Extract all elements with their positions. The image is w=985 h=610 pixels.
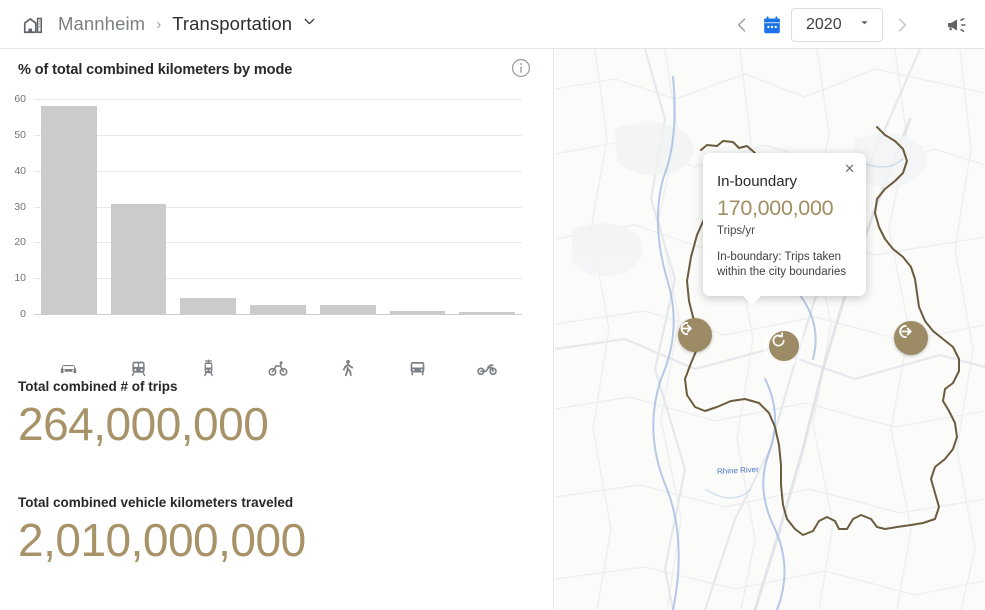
chevron-down-icon	[857, 15, 872, 35]
tram-icon[interactable]	[195, 357, 221, 379]
city-map[interactable]: Rhine River ✕ In-boundary 170,000,000 Tr…	[555, 49, 985, 610]
arrow-out-of-circle-icon	[899, 324, 912, 339]
city-buildings-icon	[22, 13, 44, 35]
chart-bar[interactable]	[250, 304, 306, 314]
popup-description: In-boundary: Trips taken within the city…	[717, 251, 847, 279]
bicycle-icon[interactable]	[265, 357, 291, 379]
chart-gridline	[34, 170, 522, 172]
stat-value: 264,000,000	[18, 398, 269, 450]
megaphone-icon[interactable]	[945, 13, 969, 37]
year-selector[interactable]: 2020	[791, 7, 883, 42]
chart-gridline	[34, 278, 522, 280]
breadcrumb-city[interactable]: Mannheim	[58, 13, 145, 35]
chart-bar[interactable]	[459, 312, 516, 314]
app-header: Mannheim › Transportation 2020	[0, 0, 985, 49]
chart-bar[interactable]	[110, 204, 167, 314]
y-axis-tick-label: 20	[14, 236, 26, 249]
chart-gridline	[34, 99, 522, 100]
chevron-down-icon[interactable]	[301, 13, 318, 35]
close-icon[interactable]: ✕	[841, 159, 858, 178]
chart-bar[interactable]	[319, 304, 376, 314]
chart-gridline	[34, 134, 522, 136]
mode-share-bar-chart: 0 10 20 30 40 50 60	[0, 91, 554, 377]
chart-gridline	[34, 206, 522, 208]
chart-category-icons	[34, 353, 522, 379]
info-icon[interactable]	[510, 57, 532, 79]
year-value: 2020	[806, 15, 842, 33]
bus-icon[interactable]	[404, 357, 430, 379]
circular-arrow-icon	[772, 332, 785, 347]
pedestrian-icon[interactable]	[335, 357, 361, 379]
y-axis-tick-label: 50	[14, 128, 26, 141]
stat-label: Total combined vehicle kilometers travel…	[18, 495, 294, 510]
car-icon[interactable]	[56, 357, 82, 379]
stat-total-vkt: Total combined vehicle kilometers travel…	[18, 495, 306, 564]
metrics-panel: % of total combined kilometers by mode 0…	[0, 49, 554, 610]
breadcrumb-section[interactable]: Transportation	[172, 13, 292, 35]
map-marker-in-boundary[interactable]	[769, 331, 799, 361]
chart-plot-area: 0 10 20 30 40 50 60	[14, 93, 522, 320]
map-marker-inbound[interactable]	[678, 318, 712, 352]
popup-title: In-boundary	[717, 173, 798, 190]
chart-bar[interactable]	[40, 106, 97, 314]
stat-total-trips: Total combined # of trips 264,000,000	[18, 379, 269, 450]
arrow-into-circle-icon	[680, 321, 692, 336]
train-icon[interactable]	[126, 357, 152, 379]
next-year-button[interactable]	[887, 10, 917, 40]
breadcrumb: Mannheim › Transportation	[0, 13, 318, 35]
y-axis-tick-label: 30	[14, 200, 26, 213]
calendar-icon[interactable]	[761, 14, 783, 36]
map-marker-outbound[interactable]	[894, 321, 928, 355]
y-axis-tick-label: 0	[20, 308, 26, 320]
stat-label: Total combined # of trips	[18, 379, 178, 394]
previous-year-button[interactable]	[727, 10, 757, 40]
header-controls: 2020	[727, 0, 969, 49]
y-axis-tick-label: 10	[14, 272, 26, 285]
popup-unit: Trips/yr	[717, 225, 755, 237]
motorcycle-icon[interactable]	[474, 357, 500, 379]
chart-title: % of total combined kilometers by mode	[18, 62, 293, 78]
stat-value: 2,010,000,000	[18, 514, 306, 566]
chart-gridline	[34, 242, 522, 244]
map-info-popup: ✕ In-boundary 170,000,000 Trips/yr In-bo…	[703, 153, 866, 306]
popup-value: 170,000,000	[717, 196, 834, 220]
y-axis-tick-label: 40	[14, 164, 26, 177]
transportation-dashboard: Mannheim › Transportation 2020 % of tota…	[0, 0, 985, 610]
chart-bar[interactable]	[389, 310, 446, 314]
chart-gridline	[34, 314, 522, 315]
y-axis-tick-label: 60	[14, 93, 26, 105]
chart-bar[interactable]	[180, 297, 237, 314]
breadcrumb-separator: ›	[156, 15, 162, 33]
